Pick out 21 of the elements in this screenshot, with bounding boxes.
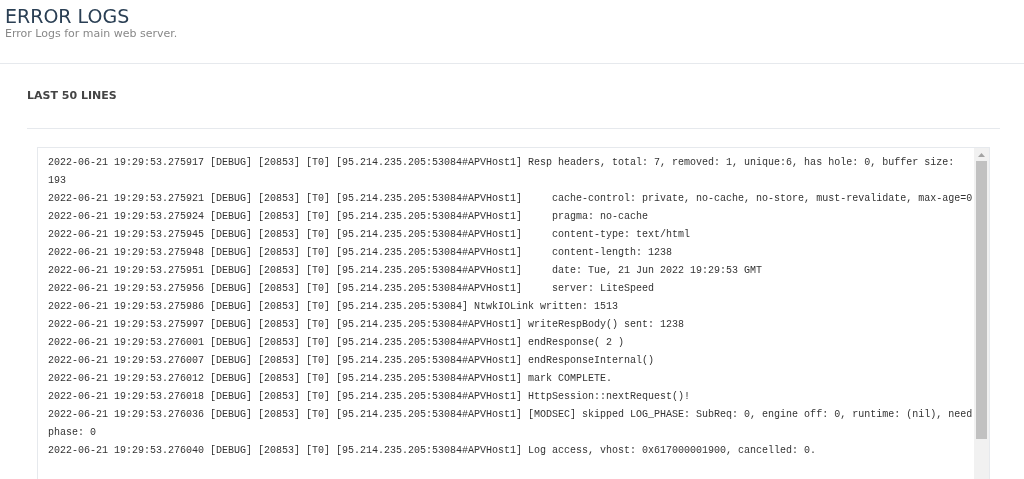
log-line: 2022-06-21 19:29:53.275945 [DEBUG] [20853] [T0] [95.214.235.205:53084#APVHost1] content-type: text/html (48, 228, 692, 242)
panel-title: LAST 50 LINES (27, 89, 117, 102)
log-line: 2022-06-21 19:29:53.276036 [DEBUG] [20853] [T0] [95.214.235.205:53084#APVHost1] [MODSEC] skipped LOG_PHASE: SubReq: 0, engine off: 0, runtime: (nil), need phase: 0 (48, 408, 974, 440)
scrollbar-thumb[interactable] (976, 161, 987, 439)
log-line: 2022-06-21 19:29:53.276040 [DEBUG] [20853] [T0] [95.214.235.205:53084#APVHost1] Log access, vhost: 0x617000001900, cancelled: 0. (48, 444, 818, 458)
log-line: 2022-06-21 19:29:53.276001 [DEBUG] [20853] [T0] [95.214.235.205:53084#APVHost1] endResponse( 2 ) (48, 336, 626, 350)
log-line: 2022-06-21 19:29:53.275917 [DEBUG] [20853] [T0] [95.214.235.205:53084#APVHost1] Resp headers, total: 7, removed: 1, unique:6, has hole: 0, buffer size: 193 (48, 156, 956, 188)
page-subtitle: Error Logs for main web server. (5, 27, 178, 41)
scrollbar[interactable] (974, 148, 989, 479)
log-line: 2022-06-21 19:29:53.275956 [DEBUG] [20853] [T0] [95.214.235.205:53084#APVHost1] server: LiteSpeed (48, 282, 656, 296)
scroll-up-icon[interactable] (978, 153, 985, 157)
page-title: ERROR LOGS (5, 5, 130, 27)
log-line: 2022-06-21 19:29:53.275997 [DEBUG] [20853] [T0] [95.214.235.205:53084#APVHost1] writeRespBody() sent: 1238 (48, 318, 686, 332)
log-line: 2022-06-21 19:29:53.276018 [DEBUG] [20853] [T0] [95.214.235.205:53084#APVHost1] HttpSession::nextRequest()! (48, 390, 692, 404)
log-line: 2022-06-21 19:29:53.276007 [DEBUG] [20853] [T0] [95.214.235.205:53084#APVHost1] endResponseInternal() (48, 354, 656, 368)
log-line: 2022-06-21 19:29:53.275986 [DEBUG] [20853] [T0] [95.214.235.205:53084] NtwkIOLink written: 1513 (48, 300, 620, 314)
log-line: 2022-06-21 19:29:53.275921 [DEBUG] [20853] [T0] [95.214.235.205:53084#APVHost1] cache-control: private, no-cache, no-store, must-revalidate, max-age=0 (48, 192, 974, 206)
log-line: 2022-06-21 19:29:53.275951 [DEBUG] [20853] [T0] [95.214.235.205:53084#APVHost1] date: Tue, 21 Jun 2022 19:29:53 GMT (48, 264, 764, 278)
log-line: 2022-06-21 19:29:53.276012 [DEBUG] [20853] [T0] [95.214.235.205:53084#APVHost1] mark COMPLETE. (48, 372, 614, 386)
log-line: 2022-06-21 19:29:53.275924 [DEBUG] [20853] [T0] [95.214.235.205:53084#APVHost1] pragma: no-cache (48, 210, 650, 224)
log-line: 2022-06-21 19:29:53.275948 [DEBUG] [20853] [T0] [95.214.235.205:53084#APVHost1] content-length: 1238 (48, 246, 674, 260)
